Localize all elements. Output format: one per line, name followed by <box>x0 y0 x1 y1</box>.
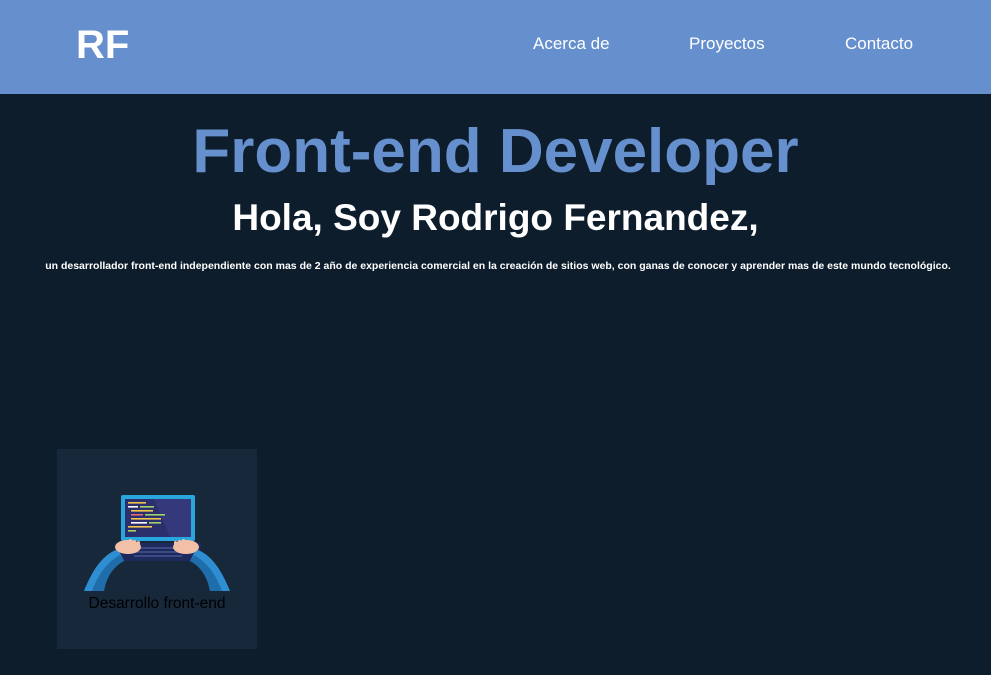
hero-title: Front-end Developer <box>192 117 799 186</box>
nav-link-acerca[interactable]: Acerca de <box>533 34 610 54</box>
laptop-coding-icon <box>84 495 230 591</box>
hero-subtitle: Hola, Soy Rodrigo Fernandez, <box>232 197 759 238</box>
site-logo[interactable]: RF <box>76 22 129 68</box>
service-card-frontend: Desarrollo front-end <box>57 449 257 649</box>
service-label: Desarrollo front-end <box>88 595 226 612</box>
navbar: RF Acerca de Proyectos Contacto <box>0 0 991 94</box>
nav-link-proyectos[interactable]: Proyectos <box>689 34 765 54</box>
hero-description: un desarrollador front-end independiente… <box>45 260 951 272</box>
nav-link-contacto[interactable]: Contacto <box>845 34 913 54</box>
